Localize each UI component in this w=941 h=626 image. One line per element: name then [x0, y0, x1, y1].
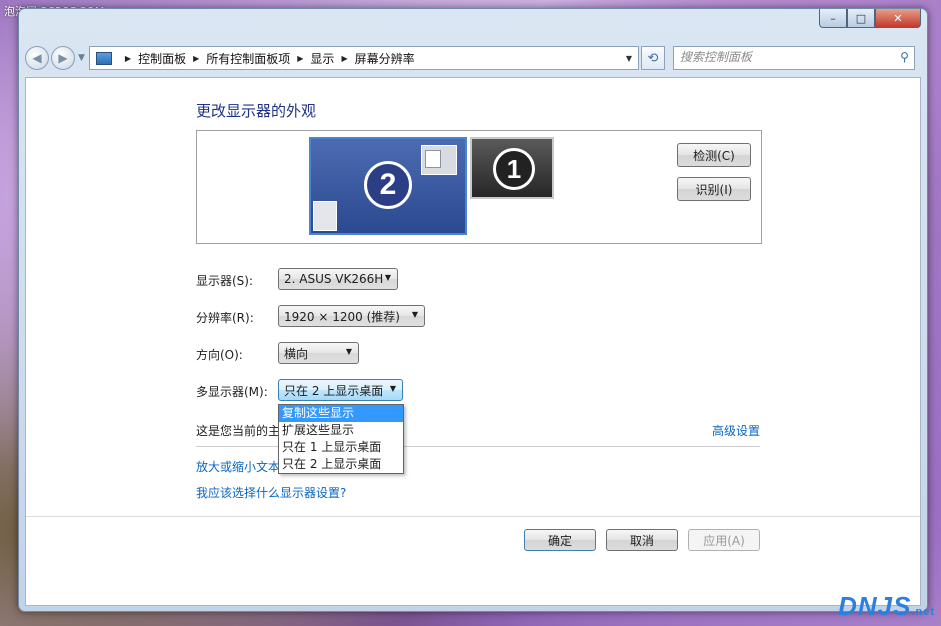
monitor-preview: 2 1 检测(C) 识别(I) [196, 130, 762, 244]
help-link[interactable]: 我应该选择什么显示器设置? [196, 484, 346, 501]
primary-display-text: 这是您当前的主 [196, 424, 281, 438]
window-thumbnail-icon [313, 201, 337, 231]
breadcrumb-chevron-icon[interactable]: ▶ [193, 54, 199, 63]
refresh-button[interactable]: ⟲ [640, 46, 665, 70]
monitor-number: 2 [364, 161, 412, 209]
forward-button[interactable]: ▶ [51, 46, 75, 70]
window-thumbnail-icon [421, 145, 457, 175]
close-button[interactable]: ✕ [875, 9, 921, 28]
monitor-2[interactable]: 2 [309, 137, 467, 235]
apply-button[interactable]: 应用(A) [688, 529, 760, 551]
footer-divider [26, 516, 920, 517]
breadcrumb-screen-resolution[interactable]: 屏幕分辨率 [355, 50, 415, 67]
breadcrumb-chevron-icon[interactable]: ▶ [297, 54, 303, 63]
option-only-1[interactable]: 只在 1 上显示桌面 [279, 439, 403, 456]
back-button[interactable]: ◀ [25, 46, 49, 70]
chevron-down-icon: ▼ [411, 310, 418, 319]
address-bar[interactable]: ▶ 控制面板 ▶ 所有控制面板项 ▶ 显示 ▶ 屏幕分辨率 ▼ [88, 46, 639, 70]
multi-display-label: 多显示器(M): [196, 385, 268, 399]
forward-arrow-icon: ▶ [58, 51, 68, 65]
minimize-button[interactable]: – [819, 9, 847, 28]
display-select[interactable]: 2. ASUS VK266H ▼ [278, 268, 398, 290]
navigation-bar: ◀ ▶ ▼ ▶ 控制面板 ▶ 所有控制面板项 ▶ 显示 ▶ 屏幕分辨率 ▼ ⟲ … [25, 45, 921, 71]
text-size-link[interactable]: 放大或缩小文本 [196, 458, 280, 475]
watermark-logo: DNJS.net [838, 591, 935, 621]
orientation-label: 方向(O): [196, 348, 243, 362]
display-value: 2. ASUS VK266H [284, 272, 384, 286]
screen-resolution-window: – □ ✕ ◀ ▶ ▼ ▶ 控制面板 ▶ 所有控制面板项 ▶ 显示 ▶ 屏幕分辨… [18, 8, 928, 612]
multi-display-select[interactable]: 只在 2 上显示桌面 ▼ [278, 379, 403, 401]
search-box[interactable]: ⚲ [672, 46, 915, 70]
content-pane: 更改显示器的外观 2 1 检测(C) 识别(I) 显示器(S): 2. ASUS… [25, 77, 921, 606]
display-label: 显示器(S): [196, 274, 254, 288]
address-dropdown-icon[interactable]: ▼ [620, 47, 638, 69]
caption-buttons: – □ ✕ [819, 9, 921, 28]
option-extend[interactable]: 扩展这些显示 [279, 422, 403, 439]
breadcrumb-all-items[interactable]: 所有控制面板项 [206, 50, 290, 67]
option-only-2[interactable]: 只在 2 上显示桌面 [279, 456, 403, 473]
back-arrow-icon: ◀ [32, 51, 42, 65]
detect-button[interactable]: 检测(C) [677, 143, 751, 167]
breadcrumb-display[interactable]: 显示 [310, 50, 334, 67]
advanced-settings-link[interactable]: 高级设置 [712, 422, 760, 439]
page-title: 更改显示器的外观 [196, 102, 317, 120]
identify-button[interactable]: 识别(I) [677, 177, 751, 201]
refresh-icon: ⟲ [647, 50, 659, 66]
option-duplicate[interactable]: 复制这些显示 [279, 405, 403, 422]
chevron-down-icon: ▼ [389, 384, 396, 393]
multi-display-value: 只在 2 上显示桌面 [284, 383, 384, 398]
control-panel-icon [95, 51, 112, 65]
search-input[interactable] [673, 47, 886, 67]
cancel-button[interactable]: 取消 [606, 529, 678, 551]
orientation-select[interactable]: 横向 ▼ [278, 342, 359, 364]
breadcrumb-chevron-icon[interactable]: ▶ [341, 54, 347, 63]
orientation-value: 横向 [284, 346, 309, 361]
breadcrumb-control-panel[interactable]: 控制面板 [138, 50, 186, 67]
resolution-value: 1920 × 1200 (推荐) [284, 309, 400, 324]
chevron-down-icon: ▼ [384, 273, 391, 282]
resolution-label: 分辨率(R): [196, 311, 254, 325]
monitor-1[interactable]: 1 [470, 137, 554, 199]
multi-display-options: 复制这些显示 扩展这些显示 只在 1 上显示桌面 只在 2 上显示桌面 [278, 404, 404, 474]
ok-button[interactable]: 确定 [524, 529, 596, 551]
recent-pages-dropdown-icon[interactable]: ▼ [78, 53, 85, 63]
resolution-select[interactable]: 1920 × 1200 (推荐) ▼ [278, 305, 425, 327]
chevron-down-icon: ▼ [345, 347, 352, 356]
breadcrumb-chevron-icon[interactable]: ▶ [125, 54, 131, 63]
maximize-button[interactable]: □ [847, 9, 875, 28]
monitor-number: 1 [493, 148, 535, 190]
search-icon[interactable]: ⚲ [900, 50, 909, 64]
